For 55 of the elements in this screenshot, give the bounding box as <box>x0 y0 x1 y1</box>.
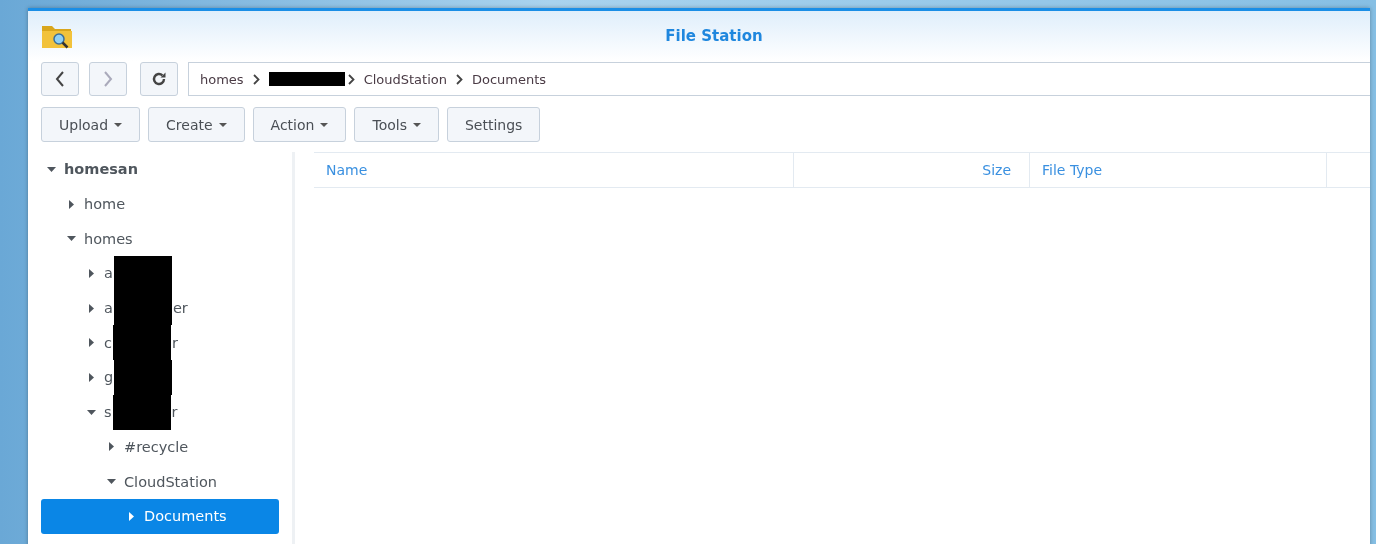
tree-item[interactable]: #recycle <box>41 429 279 465</box>
tree-item[interactable]: a er <box>41 290 279 326</box>
dropdown-button[interactable]: Tools <box>354 107 439 142</box>
tree-item[interactable]: home <box>41 186 279 222</box>
tree-label: homes <box>84 230 133 247</box>
tree-label: s <box>104 404 112 421</box>
tree-label: CloudStation <box>124 473 217 490</box>
caret-down-icon <box>47 166 56 172</box>
caret-right-icon <box>89 372 94 382</box>
tree-item[interactable]: homes <box>41 221 279 257</box>
back-icon <box>55 71 65 87</box>
tree-item[interactable]: s r <box>41 394 279 430</box>
caret-right-icon <box>89 303 94 313</box>
refresh-button[interactable] <box>140 62 178 96</box>
dropdown-button[interactable]: Upload <box>41 107 141 142</box>
tree-label: home <box>84 196 126 213</box>
caret-down-icon <box>107 479 116 485</box>
caret-down-icon <box>67 236 76 242</box>
toolbar-button[interactable]: Settings <box>446 107 541 142</box>
caret-right-icon <box>69 199 74 209</box>
dropdown-button[interactable]: Create <box>148 107 245 142</box>
tree-item[interactable]: g <box>41 360 279 395</box>
refresh-icon <box>151 71 167 87</box>
caret-right-icon <box>109 442 114 452</box>
tree-item[interactable]: homesan <box>41 152 279 187</box>
tree-label: r <box>172 334 178 351</box>
tree-label: r <box>171 404 178 421</box>
tree-item[interactable]: a <box>41 256 279 291</box>
tree-item[interactable]: c r <box>41 325 279 361</box>
caret-down-icon <box>87 409 96 415</box>
path-field[interactable]: homes CloudStation Documents <box>188 62 1370 96</box>
tree-label: Documents <box>144 508 227 525</box>
tree-item[interactable]: CloudStation <box>41 464 279 499</box>
tree-label: a <box>104 265 113 282</box>
breadcrumb-item[interactable]: CloudStation <box>363 71 447 87</box>
caret-right-icon <box>89 268 94 278</box>
chevron-right-icon <box>252 73 260 85</box>
breadcrumb-item[interactable]: Documents <box>472 71 547 87</box>
tree-label: #recycle <box>124 438 189 455</box>
tree-label: a <box>104 300 113 317</box>
tree-item-selected[interactable]: Documents <box>41 498 279 534</box>
breadcrumb-item[interactable]: homes <box>200 71 244 87</box>
caret-right-icon <box>129 511 134 521</box>
dropdown-button[interactable]: Action <box>252 107 347 142</box>
caret-right-icon <box>89 338 94 348</box>
tree-label: er <box>172 300 188 317</box>
tree-label: c <box>104 334 112 351</box>
tree-label: homesan <box>64 161 138 178</box>
tree-label: g <box>104 369 114 386</box>
chevron-right-icon <box>347 73 355 85</box>
back-button[interactable] <box>41 62 79 96</box>
folder-search-icon <box>41 23 73 49</box>
window-title: File Station <box>664 27 764 45</box>
chevron-right-icon <box>456 73 463 85</box>
forward-icon <box>103 71 113 87</box>
